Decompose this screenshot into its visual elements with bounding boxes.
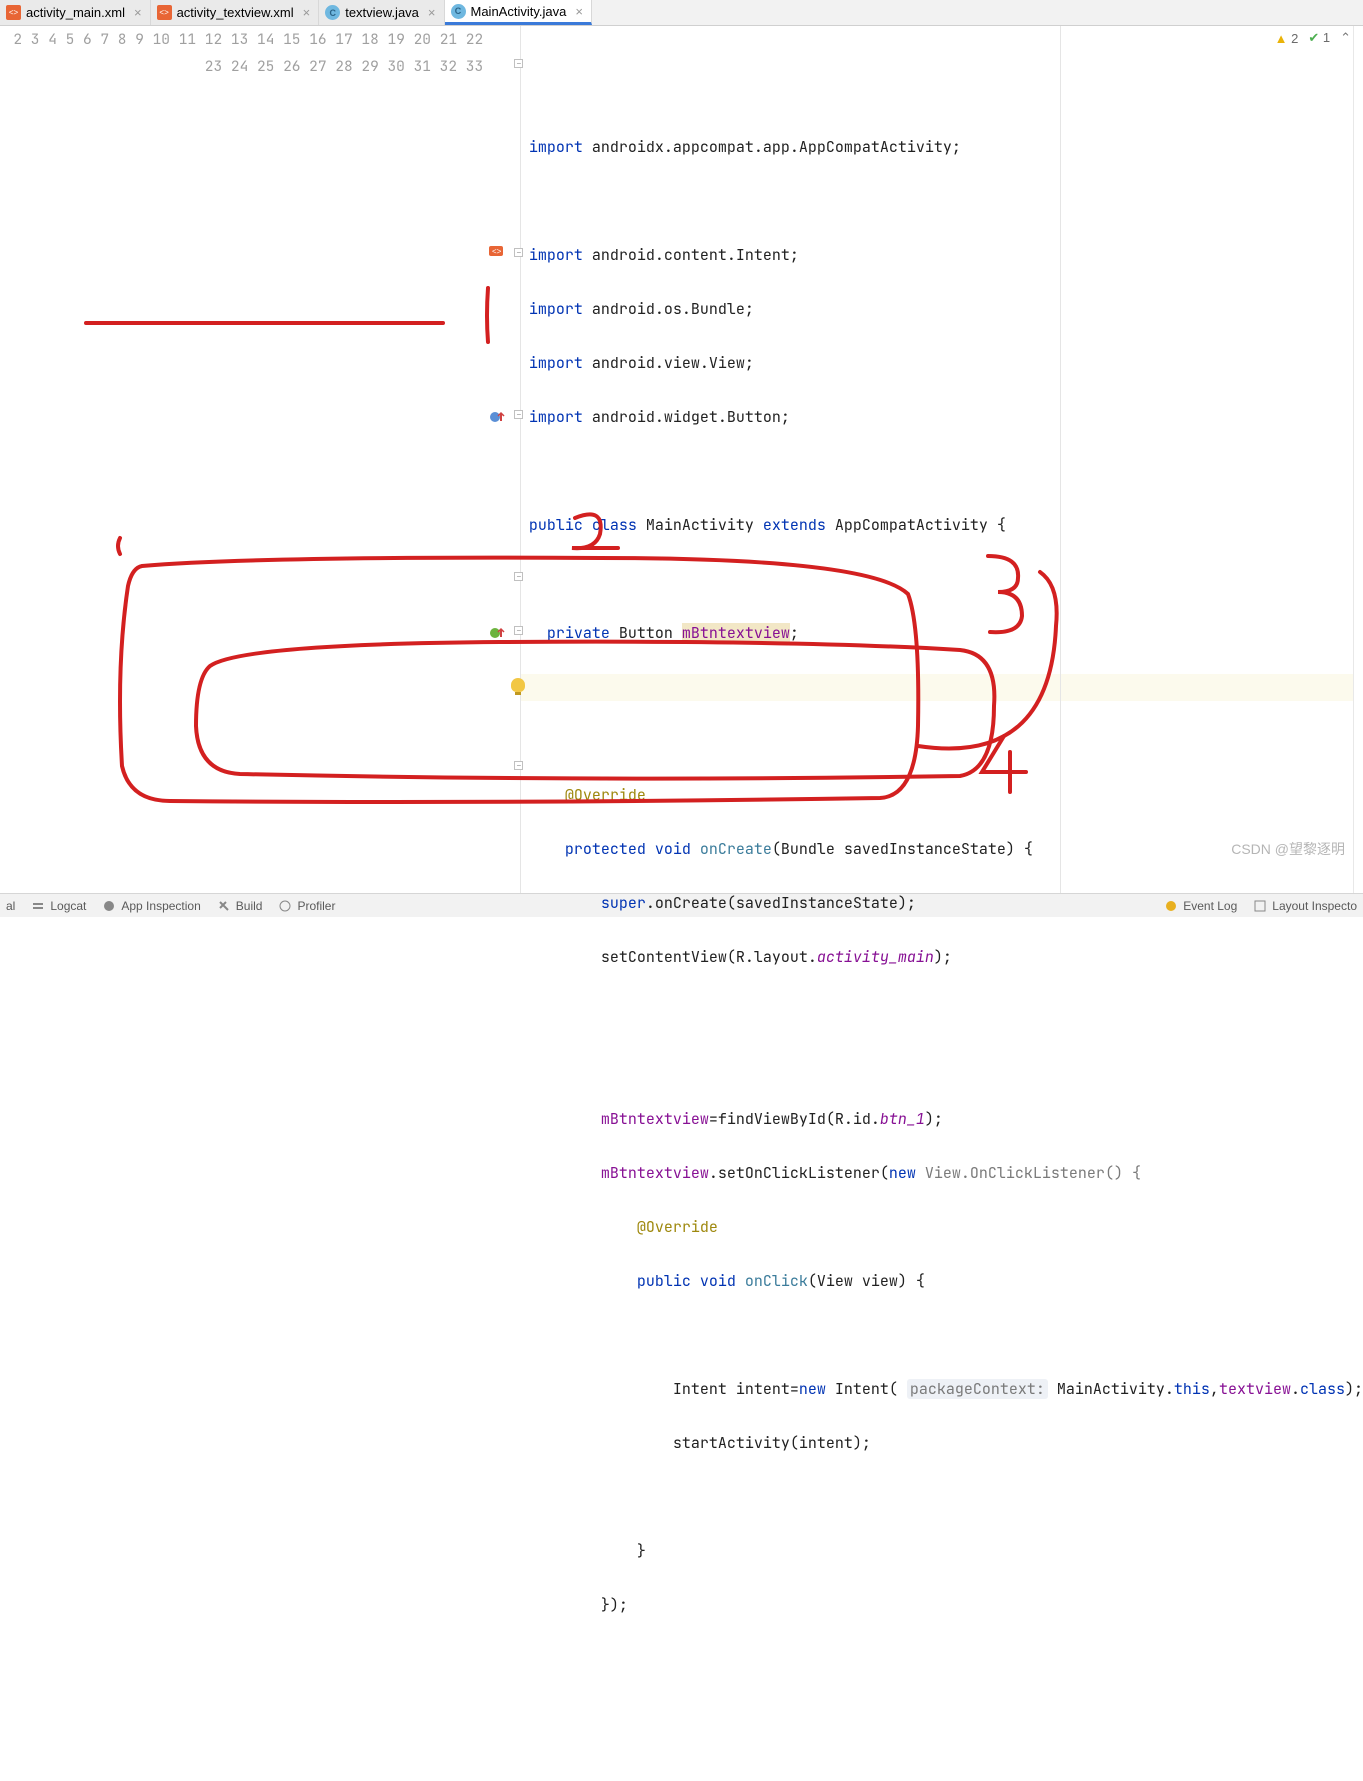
gutter-icons-column: <> (487, 26, 512, 893)
error-stripe[interactable] (1353, 26, 1363, 893)
code-editor[interactable]: ▲ 2 ✔ 1 ⌃ 2 3 4 5 6 7 8 9 10 11 12 13 14… (0, 26, 1363, 893)
close-icon[interactable]: × (303, 5, 311, 20)
editor-gutter[interactable]: 2 3 4 5 6 7 8 9 10 11 12 13 14 15 16 17 … (0, 26, 521, 893)
xml-file-icon (157, 5, 172, 20)
close-icon[interactable]: × (428, 5, 436, 20)
bottom-item-terminal[interactable]: al (6, 899, 15, 913)
bottom-item-logcat[interactable]: Logcat (31, 899, 86, 913)
editor-tabs: activity_main.xml × activity_textview.xm… (0, 0, 1363, 26)
tab-textview-java[interactable]: textview.java × (319, 0, 444, 25)
tab-label: activity_main.xml (26, 5, 125, 20)
bottom-item-app-inspection[interactable]: App Inspection (102, 899, 200, 913)
override-method-gutter-icon[interactable] (489, 409, 505, 425)
java-class-icon (451, 4, 466, 19)
implement-method-gutter-icon[interactable] (489, 625, 505, 641)
tab-label: activity_textview.xml (177, 5, 294, 20)
bottom-item-profiler[interactable]: Profiler (278, 899, 335, 913)
gauge-icon (278, 899, 292, 913)
tab-activity-textview-xml[interactable]: activity_textview.xml × (151, 0, 320, 25)
close-icon[interactable]: × (575, 4, 583, 19)
close-icon[interactable]: × (134, 5, 142, 20)
tab-activity-main-xml[interactable]: activity_main.xml × (0, 0, 151, 25)
class-gutter-icon[interactable]: <> (489, 246, 505, 262)
logcat-icon (31, 899, 45, 913)
hammer-icon (217, 899, 231, 913)
bug-icon (102, 899, 116, 913)
xml-file-icon (6, 5, 21, 20)
tab-label: textview.java (345, 5, 419, 20)
line-numbers: 2 3 4 5 6 7 8 9 10 11 12 13 14 15 16 17 … (0, 26, 487, 893)
bottom-item-build[interactable]: Build (217, 899, 263, 913)
tab-main-activity-java[interactable]: MainActivity.java × (445, 0, 592, 25)
svg-text:<>: <> (492, 247, 502, 256)
tab-label: MainActivity.java (471, 4, 567, 19)
fold-column[interactable]: − − − − − − (512, 26, 520, 893)
code-text[interactable]: import androidx.appcompat.app.AppCompatA… (521, 26, 1363, 893)
java-class-icon (325, 5, 340, 20)
